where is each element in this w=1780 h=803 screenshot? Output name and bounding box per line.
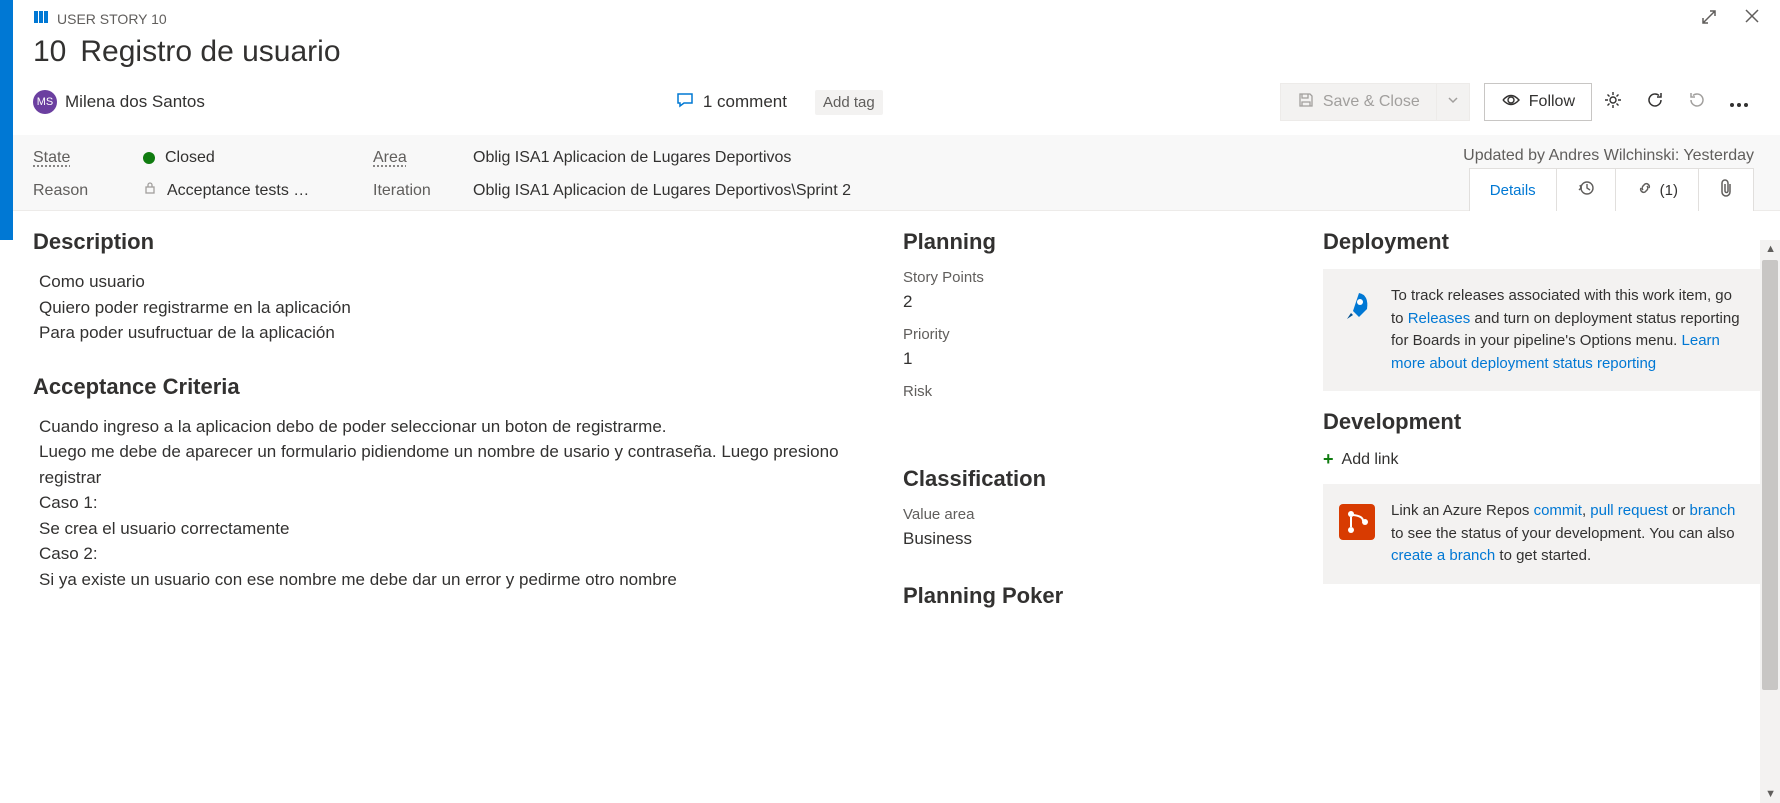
deployment-info-box: To track releases associated with this w… [1323, 269, 1760, 391]
scroll-down-icon[interactable]: ▼ [1765, 788, 1776, 800]
tab-details[interactable]: Details [1470, 169, 1557, 211]
description-content[interactable]: Como usuario Quiero poder registrarme en… [39, 269, 863, 346]
reason-value[interactable]: Acceptance tests … [143, 181, 373, 200]
plus-icon: + [1323, 449, 1334, 470]
link-icon [1636, 179, 1654, 201]
priority-label: Priority [903, 326, 1283, 343]
commit-link[interactable]: commit [1534, 502, 1582, 519]
scrollbar-thumb[interactable] [1762, 260, 1778, 690]
iteration-label: Iteration [373, 182, 473, 200]
development-text: Link an Azure Repos commit, pull request… [1391, 500, 1744, 568]
ellipsis-icon [1729, 92, 1749, 113]
value-area-value[interactable]: Business [903, 529, 1283, 549]
priority-value[interactable]: 1 [903, 349, 1283, 369]
detail-tabs: Details (1) [1469, 168, 1754, 211]
refresh-icon [1645, 90, 1665, 115]
state-label: State [33, 149, 143, 167]
refresh-button[interactable] [1634, 83, 1676, 121]
body: Description Como usuario Quiero poder re… [13, 211, 1780, 803]
create-branch-link[interactable]: create a branch [1391, 547, 1495, 564]
meta-strip: State Closed Area Oblig ISA1 Aplicacion … [13, 135, 1780, 211]
story-points-value[interactable]: 2 [903, 292, 1283, 312]
history-icon [1577, 179, 1595, 201]
header-topline: USER STORY 10 [13, 0, 1780, 33]
work-item-type-icon [33, 9, 49, 28]
rocket-icon [1339, 289, 1375, 325]
more-actions-button[interactable] [1718, 83, 1760, 121]
chevron-down-icon [1447, 93, 1459, 111]
assignee-name[interactable]: Milena dos Santos [65, 92, 205, 112]
area-value[interactable]: Oblig ISA1 Aplicacion de Lugares Deporti… [473, 149, 791, 167]
add-tag-button[interactable]: Add tag [815, 90, 883, 115]
settings-button[interactable] [1592, 83, 1634, 121]
left-accent-bar [0, 0, 13, 240]
description-heading: Description [33, 229, 863, 255]
git-icon [1339, 504, 1375, 540]
work-item-type-label: USER STORY 10 [57, 11, 167, 27]
col-description: Description Como usuario Quiero poder re… [13, 211, 883, 803]
tab-history[interactable] [1557, 169, 1616, 211]
area-label: Area [373, 149, 473, 167]
risk-value[interactable] [903, 406, 1283, 426]
updated-by-text: Updated by Andres Wilchinski: Yesterday [1463, 147, 1754, 165]
deployment-text: To track releases associated with this w… [1391, 285, 1744, 375]
development-info-box: Link an Azure Repos commit, pull request… [1323, 484, 1760, 584]
follow-icon [1501, 90, 1521, 115]
planning-poker-heading: Planning Poker [903, 583, 1283, 609]
scroll-up-icon[interactable]: ▲ [1765, 243, 1776, 255]
save-close-label: Save & Close [1323, 93, 1420, 111]
tab-links[interactable]: (1) [1616, 169, 1699, 211]
follow-button[interactable]: Follow [1484, 83, 1592, 121]
tab-attachments[interactable] [1699, 169, 1753, 211]
undo-icon [1687, 90, 1707, 115]
assignee-avatar[interactable]: MS [33, 90, 57, 114]
work-item-title[interactable]: 10 Registro de usuario [13, 33, 1780, 79]
comments-link[interactable]: 1 comment [675, 90, 787, 115]
acceptance-heading: Acceptance Criteria [33, 374, 863, 400]
development-heading: Development [1323, 409, 1760, 435]
follow-label: Follow [1529, 93, 1575, 111]
value-area-label: Value area [903, 506, 1283, 523]
state-dot-icon [143, 152, 155, 164]
save-icon [1297, 91, 1315, 114]
risk-label: Risk [903, 383, 1283, 400]
save-and-close-button: Save & Close [1280, 83, 1437, 121]
add-link-button[interactable]: + Add link [1323, 449, 1760, 470]
work-item-id: 10 [33, 35, 66, 68]
gear-icon [1603, 90, 1623, 115]
branch-link[interactable]: branch [1690, 502, 1736, 519]
planning-heading: Planning [903, 229, 1283, 255]
col-planning: Planning Story Points 2 Priority 1 Risk … [883, 211, 1303, 803]
classification-heading: Classification [903, 466, 1283, 492]
reason-label: Reason [33, 182, 143, 200]
undo-button [1676, 83, 1718, 121]
lock-icon [143, 181, 157, 200]
save-dropdown [1437, 83, 1470, 121]
releases-link[interactable]: Releases [1408, 310, 1471, 327]
work-item-title-text: Registro de usuario [80, 35, 340, 68]
state-value[interactable]: Closed [143, 149, 373, 167]
comment-count: 1 comment [703, 92, 787, 112]
deployment-heading: Deployment [1323, 229, 1760, 255]
expand-icon[interactable] [1700, 8, 1718, 29]
iteration-value[interactable]: Oblig ISA1 Aplicacion de Lugares Deporti… [473, 182, 851, 200]
close-icon[interactable] [1744, 8, 1760, 29]
actions-row: MS Milena dos Santos 1 comment Add tag S… [13, 79, 1780, 135]
attachment-icon [1719, 179, 1733, 201]
col-deployment: Deployment To track releases associated … [1303, 211, 1780, 803]
pull-request-link[interactable]: pull request [1590, 502, 1668, 519]
acceptance-content[interactable]: Cuando ingreso a la aplicacion debo de p… [39, 414, 863, 593]
comment-icon [675, 90, 695, 115]
story-points-label: Story Points [903, 269, 1283, 286]
